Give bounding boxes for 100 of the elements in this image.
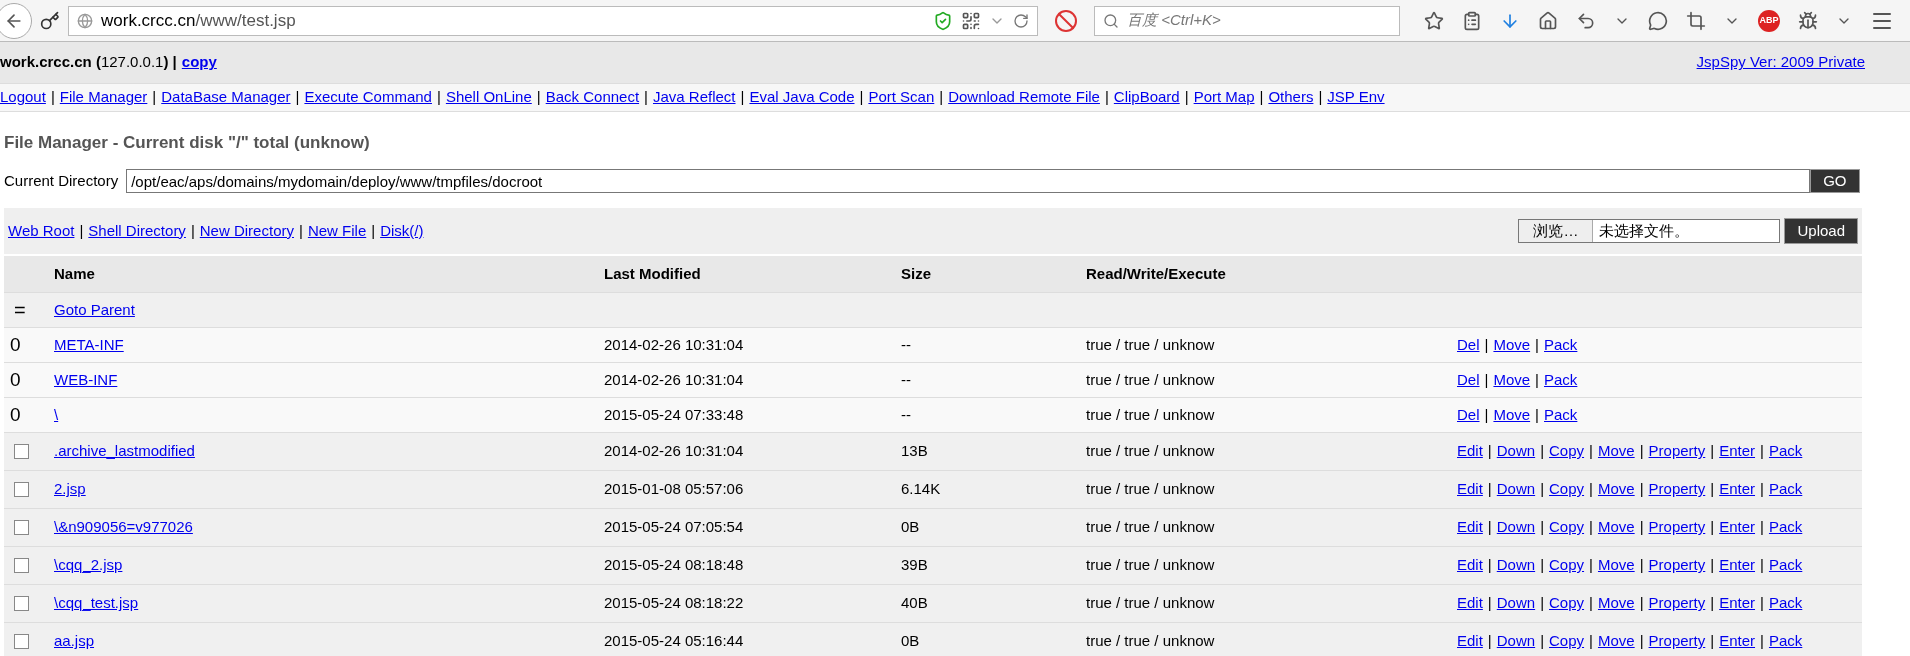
file-name-link[interactable]: aa.jsp — [54, 632, 95, 650]
action-link[interactable]: Down — [1496, 516, 1536, 539]
row-checkbox[interactable] — [14, 558, 29, 573]
nav-link[interactable]: Logout — [0, 86, 46, 109]
action-link[interactable]: Pack — [1768, 554, 1803, 577]
action-link[interactable]: Pack — [1544, 333, 1578, 357]
row-checkbox[interactable] — [14, 634, 29, 649]
action-link[interactable]: Property — [1648, 478, 1706, 501]
file-name-link[interactable]: \cqq_2.jsp — [54, 556, 123, 574]
action-link[interactable]: Property — [1648, 440, 1706, 463]
version-link[interactable]: JspSpy Ver: 2009 Private — [1696, 51, 1865, 74]
search-field[interactable]: 百度 <Ctrl+K> — [1094, 5, 1400, 36]
star-icon[interactable] — [1424, 10, 1444, 31]
row-checkbox[interactable] — [14, 596, 29, 611]
action-link[interactable]: Del — [1457, 333, 1480, 357]
action-link[interactable]: Edit — [1457, 516, 1483, 539]
action-link[interactable]: Move — [1597, 592, 1635, 615]
action-link[interactable]: Copy — [1549, 478, 1585, 501]
browse-button[interactable]: 浏览… — [1519, 220, 1594, 242]
clipboard-icon[interactable] — [1462, 10, 1482, 31]
action-link[interactable]: Pack — [1768, 630, 1803, 653]
action-link[interactable]: Pack — [1768, 440, 1803, 463]
action-link[interactable]: Down — [1496, 440, 1536, 463]
file-name-link[interactable]: WEB-INF — [54, 370, 118, 388]
action-link[interactable]: Move — [1493, 403, 1531, 427]
action-link[interactable]: Copy — [1549, 516, 1585, 539]
nav-link[interactable]: JSP Env — [1327, 86, 1385, 109]
directory-field[interactable]: /opt/eac/aps/domains/mydomain/deploy/www/tmpfiles/docroot — [126, 169, 1811, 193]
action-link[interactable]: Move — [1493, 333, 1531, 357]
action-link[interactable]: Down — [1496, 478, 1536, 501]
action-link[interactable]: Edit — [1457, 630, 1483, 653]
file-name-link[interactable]: \cqq_test.jsp — [54, 594, 139, 612]
row-checkbox[interactable] — [14, 444, 29, 459]
home-icon[interactable] — [1538, 10, 1558, 31]
file-name-link[interactable]: .archive_lastmodified — [54, 442, 195, 460]
action-link[interactable]: Property — [1648, 554, 1706, 577]
nav-link[interactable]: Port Map — [1193, 86, 1255, 109]
action-link[interactable]: Enter — [1719, 440, 1756, 463]
file-name-link[interactable]: \ — [54, 405, 59, 423]
row-checkbox[interactable] — [14, 520, 29, 535]
tool-link[interactable]: Shell Directory — [88, 219, 186, 243]
action-link[interactable]: Pack — [1768, 592, 1803, 615]
chat-icon[interactable] — [1648, 10, 1668, 31]
tool-link[interactable]: New Directory — [199, 219, 294, 243]
action-link[interactable]: Del — [1457, 368, 1480, 392]
adblock-icon[interactable]: ABP — [1758, 9, 1780, 32]
action-link[interactable]: Enter — [1719, 630, 1756, 653]
file-name-link[interactable]: META-INF — [54, 335, 124, 353]
nav-link[interactable]: Others — [1268, 86, 1314, 109]
action-link[interactable]: Edit — [1457, 478, 1483, 501]
bug-icon[interactable] — [1798, 10, 1818, 31]
crop-icon[interactable] — [1686, 10, 1706, 31]
action-link[interactable]: Enter — [1719, 592, 1756, 615]
action-link[interactable]: Pack — [1544, 368, 1578, 392]
blocked-icon[interactable] — [1054, 8, 1078, 33]
action-link[interactable]: Down — [1496, 592, 1536, 615]
tool-link[interactable]: New File — [307, 219, 367, 243]
qr-code-icon[interactable] — [961, 10, 981, 31]
tool-link[interactable]: Disk(/) — [380, 219, 424, 243]
nav-link[interactable]: Shell OnLine — [445, 86, 532, 109]
undo-icon[interactable] — [1576, 10, 1596, 31]
goto-parent-link[interactable]: Goto Parent — [54, 300, 135, 318]
nav-link[interactable]: File Manager — [59, 86, 148, 109]
action-link[interactable]: Move — [1597, 554, 1635, 577]
file-name-link[interactable]: 2.jsp — [54, 480, 86, 498]
upload-button[interactable]: Upload — [1784, 218, 1858, 244]
file-input[interactable]: 浏览… 未选择文件。 — [1518, 219, 1781, 243]
tool-link[interactable]: Web Root — [8, 219, 75, 243]
nav-link[interactable]: Port Scan — [868, 86, 935, 109]
nav-link[interactable]: Back Connect — [545, 86, 640, 109]
action-link[interactable]: Pack — [1768, 478, 1803, 501]
nav-link[interactable]: Download Remote File — [948, 86, 1100, 109]
action-link[interactable]: Down — [1496, 630, 1536, 653]
action-link[interactable]: Copy — [1549, 630, 1585, 653]
action-link[interactable]: Enter — [1719, 516, 1756, 539]
action-link[interactable]: Pack — [1544, 403, 1578, 427]
nav-link[interactable]: DataBase Manager — [161, 86, 291, 109]
action-link[interactable]: Copy — [1549, 554, 1585, 577]
action-link[interactable]: Edit — [1457, 554, 1483, 577]
action-link[interactable]: Copy — [1549, 440, 1585, 463]
action-link[interactable]: Move — [1597, 630, 1635, 653]
action-link[interactable]: Edit — [1457, 592, 1483, 615]
action-link[interactable]: Enter — [1719, 478, 1756, 501]
shield-icon[interactable] — [933, 10, 953, 31]
go-button[interactable]: GO — [1810, 169, 1860, 193]
action-link[interactable]: Down — [1496, 554, 1536, 577]
key-icon[interactable] — [40, 10, 60, 31]
row-checkbox[interactable] — [14, 482, 29, 497]
file-name-link[interactable]: \&n909056=v977026 — [54, 518, 193, 536]
action-link[interactable]: Del — [1457, 403, 1480, 427]
action-link[interactable]: Property — [1648, 592, 1706, 615]
nav-link[interactable]: Eval Java Code — [749, 86, 855, 109]
action-link[interactable]: Edit — [1457, 440, 1483, 463]
nav-link[interactable]: Java Reflect — [653, 86, 736, 109]
action-link[interactable]: Property — [1648, 516, 1706, 539]
nav-link[interactable]: ClipBoard — [1113, 86, 1180, 109]
action-link[interactable]: Move — [1493, 368, 1531, 392]
url-field[interactable]: work.crcc.cn/www/test.jsp — [68, 5, 1038, 36]
action-link[interactable]: Move — [1597, 478, 1635, 501]
action-link[interactable]: Move — [1597, 516, 1635, 539]
